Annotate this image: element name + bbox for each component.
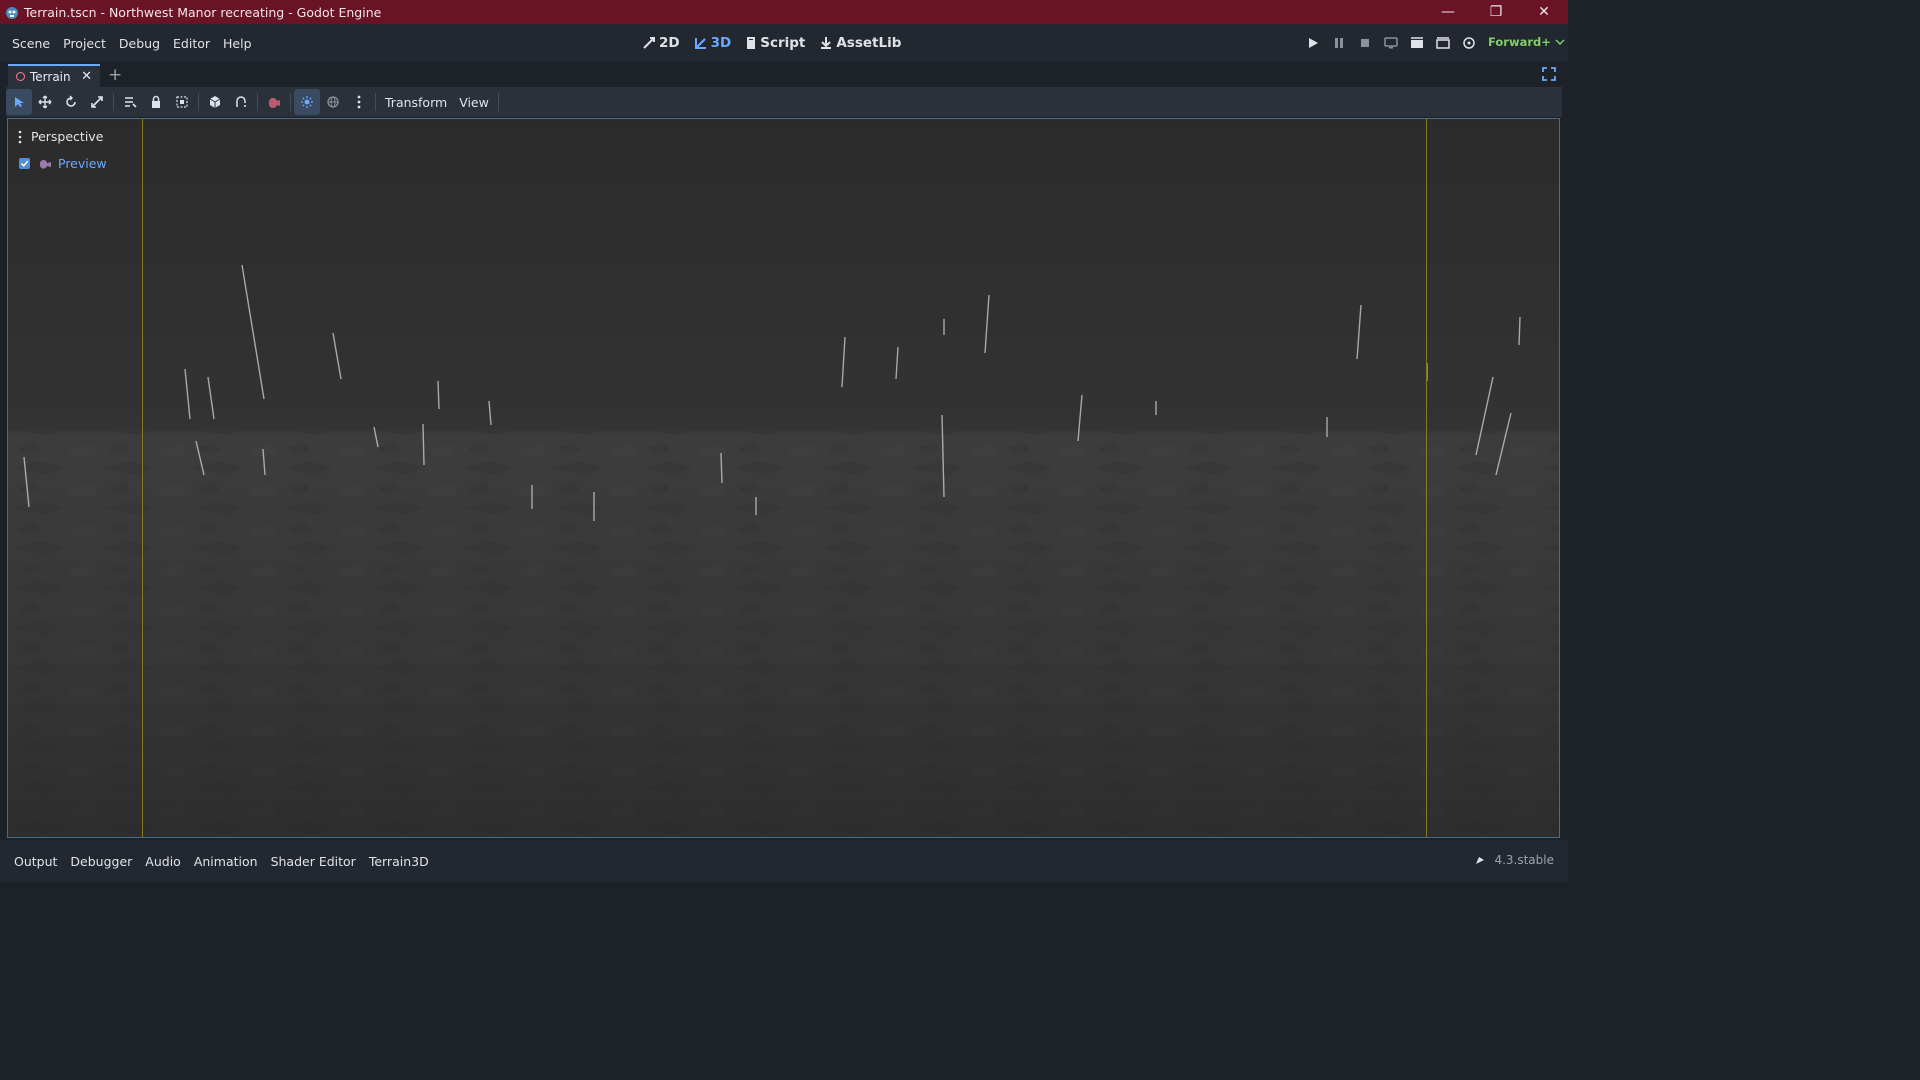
viewport-toolbar: Transform View — [6, 87, 1562, 117]
perspective-label: Perspective — [31, 129, 104, 144]
node3d-icon — [16, 72, 25, 81]
tab-terrain3d[interactable]: Terrain3D — [363, 854, 435, 869]
menu-editor[interactable]: Editor — [167, 36, 216, 51]
toggle-sun-icon[interactable] — [294, 89, 320, 115]
rotate-mode-icon[interactable] — [58, 89, 84, 115]
preview-label: Preview — [58, 156, 107, 171]
tab-output[interactable]: Output — [8, 854, 63, 869]
preview-toggle[interactable]: Preview — [19, 156, 107, 171]
viewport-perspective-menu[interactable]: Perspective — [18, 129, 103, 144]
toolbar-divider — [290, 93, 291, 111]
scene-tab-bar: Terrain ✕ + — [0, 62, 1568, 87]
toolbar-divider — [113, 93, 114, 111]
version-label[interactable]: 4.3.stable — [1474, 853, 1554, 867]
list-select-icon[interactable] — [117, 89, 143, 115]
renderer-select[interactable]: Forward+ — [1488, 35, 1565, 49]
update-spinner-icon — [1476, 857, 1485, 864]
window-title: Terrain.tscn - Northwest Manor recreatin… — [24, 4, 382, 20]
minimize-icon[interactable]: — — [1424, 0, 1472, 24]
more-options-icon[interactable] — [346, 89, 372, 115]
terrain-scene — [8, 264, 1559, 837]
preview-camera-icon[interactable] — [261, 89, 287, 115]
select-mode-icon[interactable] — [6, 89, 32, 115]
transform-menu[interactable]: Transform — [379, 95, 453, 110]
menu-help[interactable]: Help — [217, 36, 258, 51]
godot-logo-icon — [6, 7, 18, 19]
workspace-assetlib-button[interactable]: AssetLib — [819, 35, 901, 51]
chevron-down-icon — [1555, 39, 1565, 46]
view-menu[interactable]: View — [453, 95, 495, 110]
2d-icon — [643, 37, 655, 49]
workspace-3d-label: 3D — [710, 35, 732, 51]
workspace-script-label: Script — [760, 35, 806, 51]
title-bar: Terrain.tscn - Northwest Manor recreatin… — [0, 0, 1568, 24]
pause-icon[interactable] — [1326, 30, 1352, 56]
script-icon — [747, 37, 756, 49]
use-local-space-icon[interactable] — [202, 89, 228, 115]
play-icon[interactable] — [1300, 30, 1326, 56]
scale-mode-icon[interactable] — [84, 89, 110, 115]
assetlib-icon — [821, 37, 832, 49]
tab-terrain-label: Terrain — [30, 69, 71, 84]
3d-icon — [694, 38, 706, 49]
camera-guide-line-left — [142, 119, 143, 837]
stop-icon[interactable] — [1352, 30, 1378, 56]
distraction-free-icon[interactable] — [1542, 67, 1556, 81]
tab-debugger[interactable]: Debugger — [64, 854, 138, 869]
workspace-assetlib-label: AssetLib — [836, 35, 902, 51]
play-scene-icon[interactable] — [1404, 30, 1430, 56]
tab-audio[interactable]: Audio — [139, 854, 187, 869]
move-mode-icon[interactable] — [32, 89, 58, 115]
snap-icon[interactable] — [228, 89, 254, 115]
workspace-2d-button[interactable]: 2D — [642, 35, 680, 51]
add-tab-icon[interactable]: + — [108, 65, 122, 85]
renderer-label: Forward+ — [1488, 35, 1551, 49]
restore-icon[interactable]: ❐ — [1472, 0, 1520, 24]
toolbar-divider — [497, 93, 499, 111]
toolbar-divider — [257, 93, 258, 111]
play-custom-scene-icon[interactable] — [1430, 30, 1456, 56]
remote-debug-icon[interactable] — [1378, 30, 1404, 56]
tab-shader-editor[interactable]: Shader Editor — [265, 854, 362, 869]
group-icon[interactable] — [169, 89, 195, 115]
camera-icon — [39, 159, 51, 169]
movie-maker-icon[interactable] — [1456, 30, 1482, 56]
lock-icon[interactable] — [143, 89, 169, 115]
menu-scene[interactable]: Scene — [6, 36, 56, 51]
bottom-panel-bar: Output Debugger Audio Animation Shader E… — [0, 840, 1568, 882]
toggle-environment-icon[interactable] — [320, 89, 346, 115]
tab-animation[interactable]: Animation — [188, 854, 264, 869]
tab-terrain[interactable]: Terrain ✕ — [8, 64, 100, 87]
workspace-script-button[interactable]: Script — [745, 35, 805, 51]
close-tab-icon[interactable]: ✕ — [81, 69, 92, 84]
menu-debug[interactable]: Debug — [113, 36, 166, 51]
menu-bar: Scene Project Debug Editor Help 2D 3D Sc… — [0, 24, 1568, 62]
menu-project[interactable]: Project — [57, 36, 112, 51]
workspace-3d-button[interactable]: 3D — [694, 35, 732, 51]
camera-guide-line-right — [1426, 119, 1427, 837]
toolbar-divider — [198, 93, 199, 111]
workspace-2d-label: 2D — [659, 35, 680, 51]
preview-checkbox[interactable] — [19, 158, 30, 169]
kebab-menu-icon — [18, 130, 22, 143]
close-icon[interactable]: ✕ — [1520, 0, 1568, 24]
checkmark-icon — [20, 160, 29, 167]
3d-viewport[interactable]: Perspective Preview — [7, 118, 1560, 838]
toolbar-divider — [375, 93, 376, 111]
version-text: 4.3.stable — [1494, 853, 1554, 867]
